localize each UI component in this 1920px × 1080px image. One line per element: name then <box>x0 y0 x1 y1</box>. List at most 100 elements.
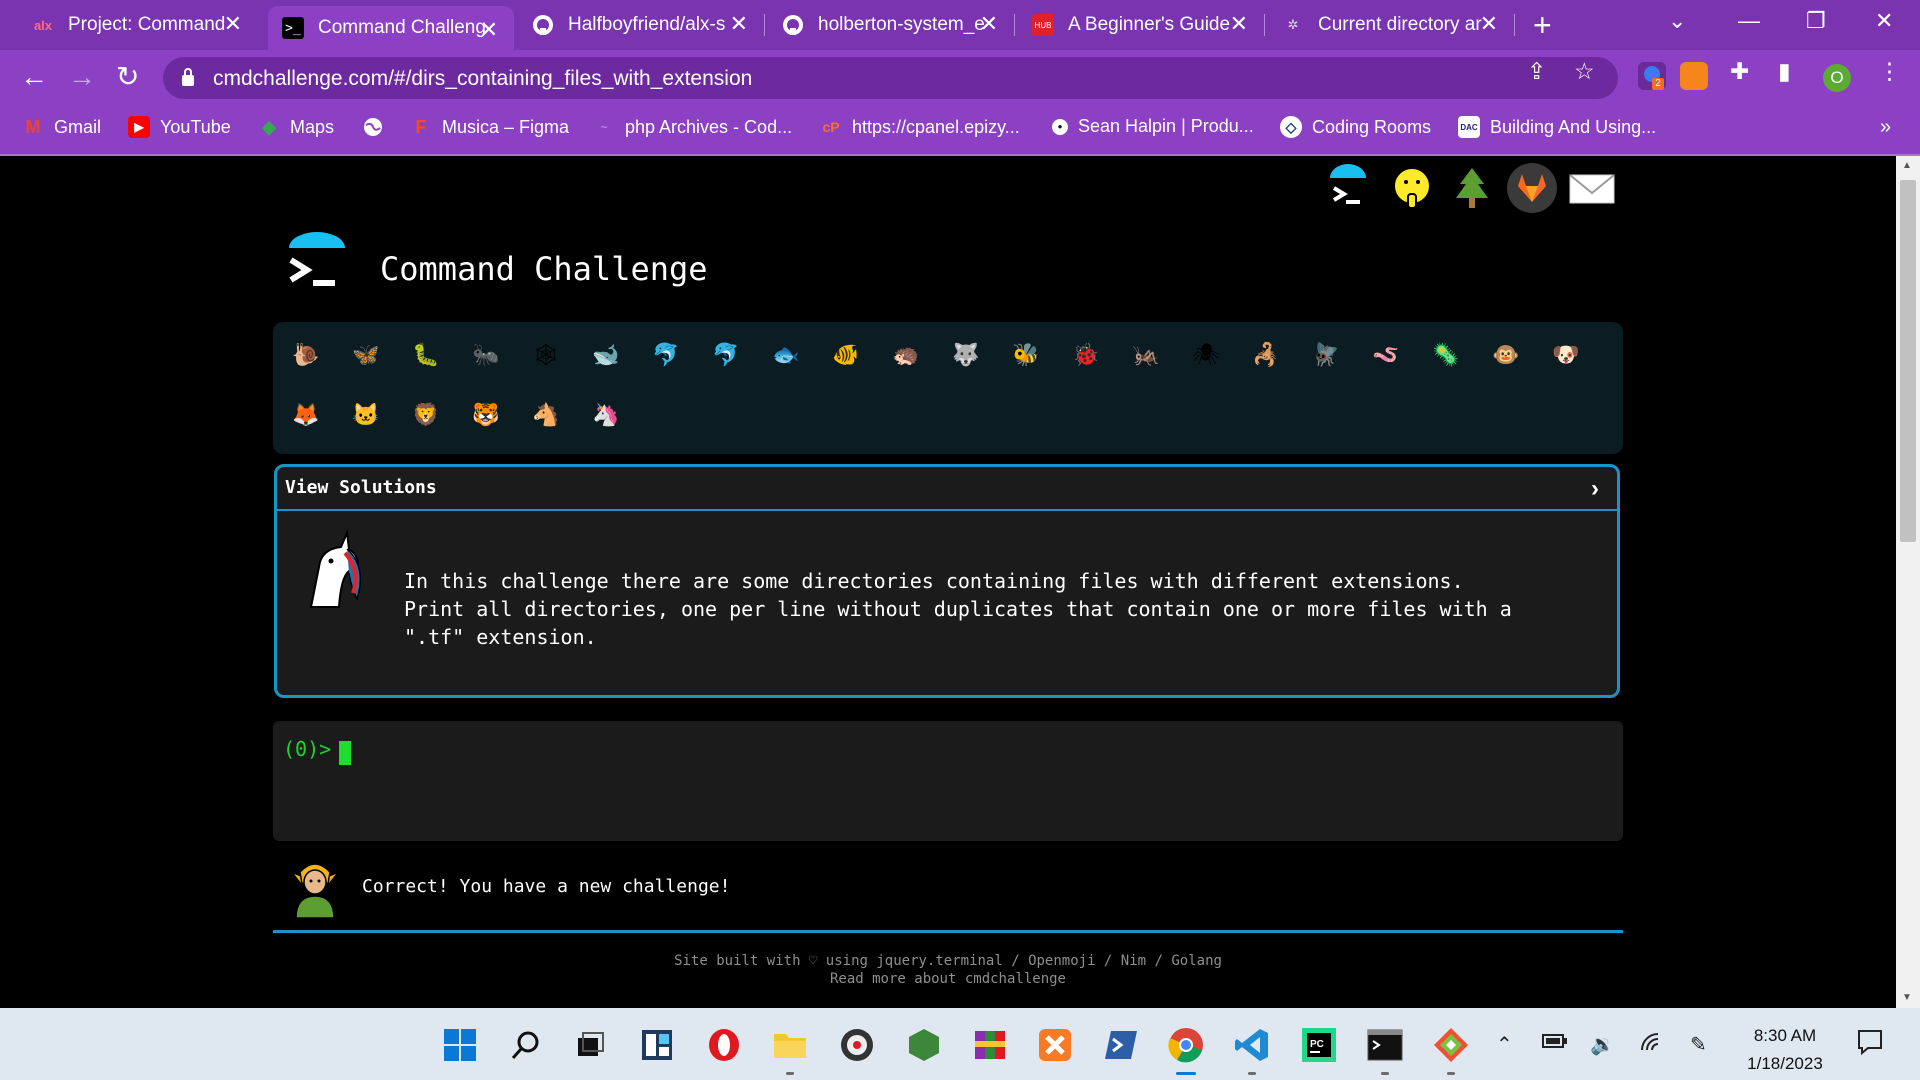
restore-button[interactable]: ❐ <box>1806 8 1826 34</box>
challenge-animal-icon[interactable]: 🦁 <box>403 392 449 438</box>
bookmark-maps[interactable]: ◆ Maps <box>258 116 334 138</box>
challenge-animal-icon[interactable]: 🐯 <box>463 392 509 438</box>
tab-project-command[interactable]: alx Project: Command ✕ <box>18 0 258 50</box>
media-player-icon[interactable] <box>838 1026 876 1064</box>
scroll-down-arrow[interactable]: ▼ <box>1902 992 1912 1003</box>
challenge-animal-icon[interactable]: 🐋 <box>583 332 629 378</box>
winrar-icon[interactable] <box>970 1026 1008 1064</box>
challenge-animal-icon[interactable]: 🦠 <box>1423 332 1469 378</box>
tab-github-alx[interactable]: Halfboyfriend/alx-s ✕ <box>518 0 764 50</box>
search-icon[interactable] <box>507 1026 545 1064</box>
terminal-input[interactable]: (0)> <box>273 721 1623 841</box>
bookmark-sean-halpin[interactable]: ● Sean Halpin | Produ... <box>1052 116 1254 137</box>
wifi-icon[interactable] <box>1640 1032 1664 1060</box>
forward-button[interactable]: → <box>68 62 96 92</box>
challenge-animal-icon[interactable]: 🐛 <box>403 332 449 378</box>
page-scrollbar[interactable]: ▲ ▼ <box>1896 156 1920 1008</box>
bookmark-building-and-using[interactable]: DAC Building And Using... <box>1458 116 1656 138</box>
pycharm-icon[interactable]: PC <box>1300 1026 1338 1064</box>
scrollbar-thumb[interactable] <box>1900 180 1916 542</box>
close-window-button[interactable]: ✕ <box>1875 8 1893 34</box>
challenge-animal-icon[interactable]: 🦔 <box>883 332 929 378</box>
close-icon[interactable]: ✕ <box>1230 13 1248 35</box>
bookmark-star-icon[interactable]: ☆ <box>1574 58 1595 85</box>
close-icon[interactable]: ✕ <box>1480 13 1498 35</box>
bookmark-globe[interactable] <box>362 116 394 138</box>
more-bookmarks-button[interactable]: » <box>1880 116 1891 139</box>
challenge-animal-icon[interactable]: 🕷 <box>1183 332 1229 378</box>
windows-start-icon[interactable] <box>441 1026 479 1064</box>
system-clock[interactable]: 8:30 AM 1/18/2023 <box>1737 1022 1833 1078</box>
challenge-animal-icon[interactable]: 🐞 <box>1063 332 1109 378</box>
challenge-animal-icon[interactable]: 🦗 <box>1123 332 1169 378</box>
bookmark-gmail[interactable]: M Gmail <box>22 116 102 138</box>
tab-command-challenge[interactable]: >_ Command Challeng ✕ <box>268 6 514 50</box>
challenge-animal-icon[interactable]: 🐜 <box>463 332 509 378</box>
side-panel-icon[interactable]: ▮ <box>1778 58 1791 85</box>
challenge-animal-icon[interactable]: 🐺 <box>943 332 989 378</box>
challenge-animal-icon[interactable]: 🪰 <box>1303 332 1349 378</box>
challenge-animal-icon[interactable]: 🪱 <box>1363 332 1409 378</box>
bookmark-coding-rooms[interactable]: ◇ Coding Rooms <box>1280 116 1431 138</box>
challenge-animal-icon[interactable]: 🦋 <box>343 332 389 378</box>
bookmark-youtube[interactable]: ▶ YouTube <box>128 116 231 138</box>
back-button[interactable]: ← <box>20 62 48 92</box>
share-icon[interactable]: ⇪ <box>1527 58 1546 85</box>
challenge-animal-icon[interactable]: 🐵 <box>1483 332 1529 378</box>
challenge-animal-icon[interactable]: 🐴 <box>523 392 569 438</box>
chrome-icon[interactable] <box>1167 1026 1205 1064</box>
challenge-animal-icon[interactable]: 🦄 <box>583 392 629 438</box>
bookmark-php-archives[interactable]: ~ php Archives - Cod... <box>593 116 792 138</box>
bookmark-cpanel[interactable]: cP https://cpanel.epizy... <box>820 116 1019 138</box>
challenge-animal-icon[interactable]: 🐶 <box>1543 332 1589 378</box>
notification-icon[interactable] <box>1856 1028 1884 1062</box>
close-icon[interactable]: ✕ <box>730 13 748 35</box>
challenge-animal-icon[interactable]: 🕸 <box>523 332 569 378</box>
tab-github-holberton[interactable]: holberton-system_e ✕ <box>768 0 1014 50</box>
challenge-animal-icon[interactable]: 🐬 <box>643 332 689 378</box>
profile-avatar[interactable]: O <box>1823 64 1851 92</box>
puzzle-icon[interactable]: ✚ <box>1730 58 1749 85</box>
minimize-button[interactable]: — <box>1738 8 1760 34</box>
cmdchallenge-logo-icon[interactable] <box>1322 162 1374 214</box>
challenge-animal-icon[interactable]: 🐱 <box>343 392 389 438</box>
nodejs-icon[interactable] <box>905 1026 943 1064</box>
chevron-right-icon[interactable]: › <box>1591 475 1599 503</box>
challenge-animal-icon[interactable]: 🐬 <box>703 332 749 378</box>
volume-icon[interactable]: 🔉 <box>1590 1032 1615 1057</box>
metamask-icon[interactable] <box>1680 62 1708 90</box>
file-explorer-icon[interactable] <box>771 1026 809 1064</box>
close-icon[interactable]: ✕ <box>980 13 998 35</box>
close-icon[interactable]: ✕ <box>480 19 498 41</box>
close-icon[interactable]: ✕ <box>224 13 242 35</box>
widgets-icon[interactable] <box>638 1026 676 1064</box>
git-icon[interactable] <box>1432 1026 1470 1064</box>
challenge-animal-icon[interactable]: 🦊 <box>283 392 329 438</box>
challenge-animal-icon[interactable]: 🐝 <box>1003 332 1049 378</box>
scroll-up-arrow[interactable]: ▲ <box>1902 160 1912 171</box>
gitlab-icon[interactable] <box>1506 162 1558 214</box>
extension-icon[interactable]: 2 <box>1638 62 1666 90</box>
mail-icon[interactable] <box>1566 162 1618 214</box>
menu-icon[interactable]: ⋮ <box>1878 58 1901 85</box>
challenge-animal-icon[interactable]: 🦂 <box>1243 332 1289 378</box>
opera-icon[interactable] <box>705 1026 743 1064</box>
address-bar[interactable]: cmdchallenge.com/#/dirs_containing_files… <box>163 57 1618 99</box>
shushing-face-icon[interactable] <box>1386 162 1438 214</box>
chevron-up-icon[interactable]: ⌃ <box>1496 1032 1513 1057</box>
reload-button[interactable]: ↻ <box>116 62 139 92</box>
tab-current-directory[interactable]: ✲ Current directory ar ✕ <box>1268 0 1514 50</box>
bookmark-figma[interactable]: F Musica – Figma <box>410 116 570 138</box>
challenge-animal-icon[interactable]: 🐠 <box>823 332 869 378</box>
vscode-icon[interactable] <box>1233 1026 1271 1064</box>
pen-icon[interactable]: ✎ <box>1690 1032 1707 1057</box>
footer-read-more-link[interactable]: Read more about cmdchallenge <box>273 970 1623 988</box>
task-view-icon[interactable] <box>571 1026 609 1064</box>
battery-icon[interactable] <box>1542 1032 1568 1056</box>
view-solutions-header[interactable]: View Solutions › <box>277 467 1617 511</box>
powershell-icon[interactable] <box>1102 1026 1140 1064</box>
tab-search-icon[interactable]: ⌄ <box>1668 8 1686 34</box>
challenge-animal-icon[interactable]: 🐟 <box>763 332 809 378</box>
challenge-animal-icon[interactable]: 🐌 <box>283 332 329 378</box>
tree-icon[interactable] <box>1446 162 1498 214</box>
